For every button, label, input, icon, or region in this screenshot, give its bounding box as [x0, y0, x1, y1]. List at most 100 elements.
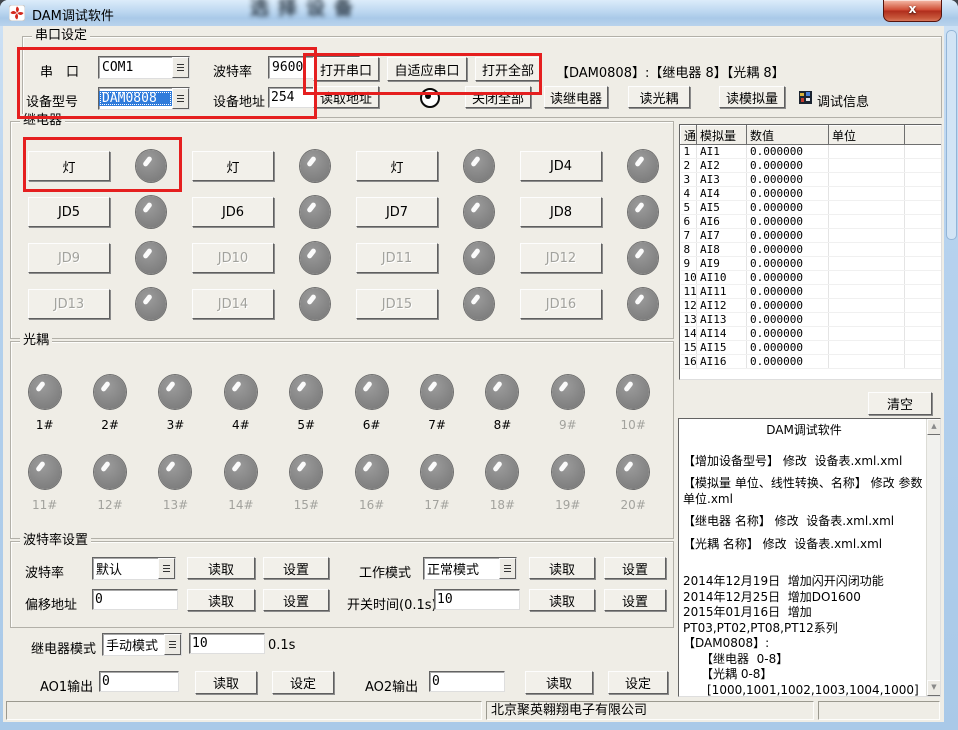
relay-button-1[interactable]: 灯: [28, 151, 110, 181]
relay-channel-cell: JD6: [176, 189, 340, 235]
analog-cell: [829, 159, 905, 173]
opto-lamp-icon: [159, 375, 191, 409]
read-opto-button[interactable]: 读光耦: [628, 86, 690, 108]
relay-button-4[interactable]: JD4: [520, 151, 602, 181]
analog-cell: AI15: [697, 341, 747, 355]
read-relay-button[interactable]: 读继电器: [544, 86, 608, 108]
log-line: [683, 439, 925, 454]
analog-cell: [905, 173, 942, 187]
opto-lamp-icon: [356, 455, 388, 489]
analog-row[interactable]: 2AI20.000000: [681, 159, 942, 173]
device-model-combobox[interactable]: DAM0808: [98, 87, 190, 110]
log-scroll-up-icon[interactable]: ▲: [927, 419, 941, 435]
relay-lamp-icon: [628, 242, 658, 274]
relay-button-5[interactable]: JD5: [28, 197, 110, 227]
ao1-read-button[interactable]: 读取: [195, 671, 257, 694]
ao2-read-button[interactable]: 读取: [525, 671, 593, 694]
analog-column-header[interactable]: 通: [681, 126, 697, 145]
close-button[interactable]: x: [883, 0, 942, 22]
relay-button-12[interactable]: JD12: [520, 243, 602, 273]
analog-row[interactable]: 6AI60.000000: [681, 215, 942, 229]
opto-channel-cell: 7#: [404, 361, 469, 432]
relay-button-13[interactable]: JD13: [28, 289, 110, 319]
analog-row[interactable]: 1AI10.000000: [681, 145, 942, 159]
analog-cell: AI12: [697, 299, 747, 313]
analog-row[interactable]: 5AI50.000000: [681, 201, 942, 215]
baud-setting-dropdown-icon[interactable]: [158, 558, 175, 579]
ao1-input[interactable]: [99, 671, 179, 692]
baud-set-button[interactable]: 设置: [263, 557, 329, 579]
analog-column-header[interactable]: 模拟量: [697, 126, 747, 145]
relay-lamp-icon: [136, 242, 166, 274]
analog-row[interactable]: 10AI100.000000: [681, 271, 942, 285]
relay-mode-dropdown-icon[interactable]: [164, 634, 181, 655]
port-combobox[interactable]: COM1: [98, 56, 190, 79]
open-serial-button[interactable]: 打开串口: [313, 57, 379, 81]
relay-button-3[interactable]: 灯: [356, 151, 438, 181]
offset-read-button[interactable]: 读取: [187, 589, 255, 611]
analog-cell: 0.000000: [747, 271, 829, 285]
analog-row[interactable]: 3AI30.000000: [681, 173, 942, 187]
work-mode-read-button[interactable]: 读取: [529, 557, 595, 579]
relay-button-14[interactable]: JD14: [192, 289, 274, 319]
opto-lamp-icon: [290, 455, 322, 489]
switch-time-input[interactable]: [434, 589, 520, 610]
read-address-button[interactable]: 读取地址: [313, 86, 379, 108]
work-mode-combobox[interactable]: 正常模式: [423, 557, 517, 580]
analog-row[interactable]: 9AI90.000000: [681, 257, 942, 271]
relay-button-11[interactable]: JD11: [356, 243, 438, 273]
analog-row[interactable]: 14AI140.000000: [681, 327, 942, 341]
work-mode-dropdown-icon[interactable]: [499, 558, 516, 579]
ao1-label: AO1输出: [40, 676, 93, 695]
read-analog-button[interactable]: 读模拟量: [719, 86, 785, 108]
analog-column-header[interactable]: 数值: [747, 126, 829, 145]
analog-row[interactable]: 11AI110.000000: [681, 285, 942, 299]
clear-button[interactable]: 清空: [868, 392, 932, 415]
analog-row[interactable]: 15AI150.000000: [681, 341, 942, 355]
relay-button-9[interactable]: JD9: [28, 243, 110, 273]
analog-column-header[interactable]: [905, 126, 942, 145]
relay-channel-cell: JD12: [504, 235, 668, 281]
relay-button-6[interactable]: JD6: [192, 197, 274, 227]
log-scrollbar[interactable]: ▲ ▼: [926, 419, 940, 696]
device-model-dropdown-icon[interactable]: [172, 88, 189, 109]
relay-button-7[interactable]: JD7: [356, 197, 438, 227]
analog-row[interactable]: 8AI80.000000: [681, 243, 942, 257]
analog-cell: 2: [681, 159, 697, 173]
ao2-set-button[interactable]: 设定: [608, 671, 668, 694]
opto-lamp-icon: [290, 375, 322, 409]
port-dropdown-icon[interactable]: [172, 57, 189, 78]
relay-mode-combobox[interactable]: 手动模式: [102, 633, 182, 656]
relay-button-10[interactable]: JD10: [192, 243, 274, 273]
analog-cell: 12: [681, 299, 697, 313]
log-scroll-down-icon[interactable]: ▼: [927, 680, 941, 696]
relay-button-8[interactable]: JD8: [520, 197, 602, 227]
baud-setting-combobox[interactable]: 默认: [92, 557, 176, 580]
analog-table-header: 通模拟量数值单位: [681, 126, 942, 145]
relay-button-15[interactable]: JD15: [356, 289, 438, 319]
analog-row[interactable]: 4AI40.000000: [681, 187, 942, 201]
offset-address-input[interactable]: [92, 589, 178, 610]
analog-row[interactable]: 13AI130.000000: [681, 313, 942, 327]
work-mode-set-button[interactable]: 设置: [604, 557, 666, 579]
relay-mode-time-input[interactable]: [189, 633, 265, 654]
analog-row[interactable]: 7AI70.000000: [681, 229, 942, 243]
ao1-set-button[interactable]: 设定: [272, 671, 334, 694]
titlebar[interactable]: 选择设备 DAM调试软件 x: [0, 0, 958, 26]
window-scrollbar-thumb[interactable]: [946, 30, 957, 240]
switch-time-read-button[interactable]: 读取: [529, 589, 595, 611]
offset-set-button[interactable]: 设置: [263, 589, 329, 611]
analog-cell: [905, 145, 942, 159]
baud-read-button[interactable]: 读取: [187, 557, 255, 579]
analog-row[interactable]: 16AI160.000000: [681, 355, 942, 369]
switch-time-set-button[interactable]: 设置: [604, 589, 666, 611]
analog-column-header[interactable]: 单位: [829, 126, 905, 145]
relay-button-2[interactable]: 灯: [192, 151, 274, 181]
analog-listview: 通模拟量数值单位 1AI10.0000002AI20.0000003AI30.0…: [679, 124, 942, 380]
auto-adapt-serial-button[interactable]: 自适应串口: [387, 57, 467, 81]
close-all-button[interactable]: 关闭全部: [465, 86, 531, 108]
open-all-button[interactable]: 打开全部: [475, 57, 541, 81]
analog-row[interactable]: 12AI120.000000: [681, 299, 942, 313]
relay-button-16[interactable]: JD16: [520, 289, 602, 319]
ao2-input[interactable]: [429, 671, 505, 692]
